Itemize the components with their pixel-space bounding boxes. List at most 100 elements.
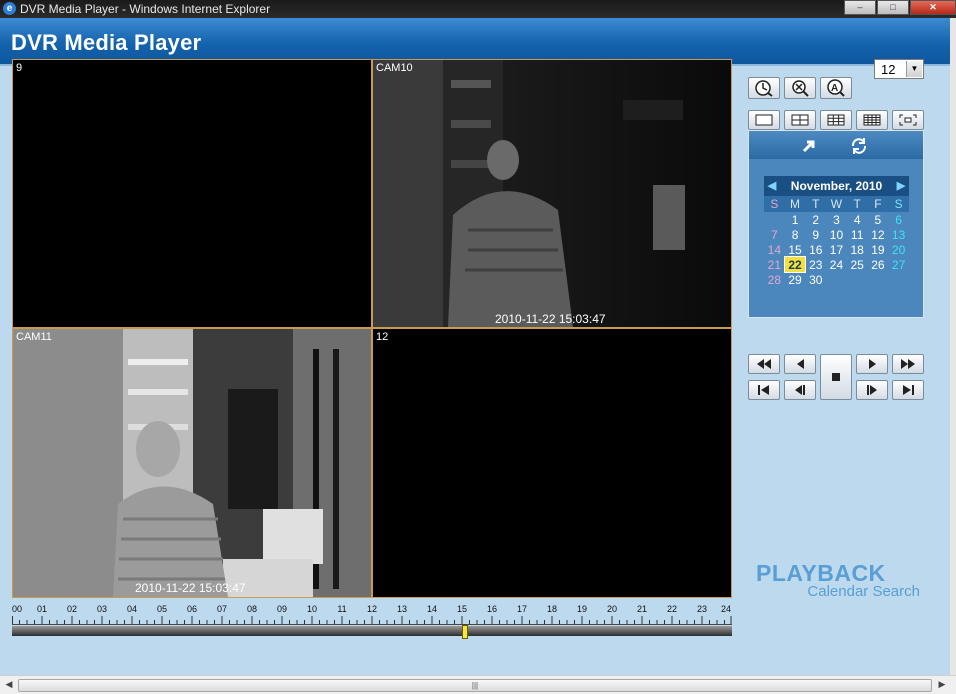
calendar: ◀ November, 2010 ▶ SMTWTFS 1 2 3 4 5 6 7 8 9 10 11… bbox=[764, 176, 909, 287]
timeline-hour-label: 23 bbox=[696, 604, 708, 614]
timeline-hour-label: 21 bbox=[636, 604, 648, 614]
calendar-day[interactable]: 23 bbox=[805, 257, 826, 272]
single-layout-button[interactable] bbox=[748, 110, 780, 130]
fast-forward-button[interactable] bbox=[892, 354, 924, 374]
calendar-day[interactable]: 10 bbox=[826, 227, 847, 242]
calendar-day[interactable]: 7 bbox=[764, 227, 785, 242]
calendar-day[interactable]: 20 bbox=[888, 242, 909, 257]
timeline-hour-label: 22 bbox=[666, 604, 678, 614]
timeline-hour-label: 12 bbox=[366, 604, 378, 614]
export-icon[interactable] bbox=[801, 138, 817, 154]
maximize-button[interactable]: □ bbox=[877, 0, 909, 15]
calendar-day[interactable]: 6 bbox=[888, 212, 909, 227]
quad-layout-icon bbox=[791, 114, 809, 126]
step-forward-button[interactable] bbox=[856, 380, 888, 400]
rewind-icon bbox=[797, 359, 804, 369]
video-grid: 9 CAM10 2010-11-22 15:03:47 CAM11 2010-1… bbox=[12, 59, 732, 598]
fast-forward-icon bbox=[901, 359, 915, 369]
playback-timeline[interactable]: 00 01 02 03 04 05 06 07 08 09 10 11 12 13 14 15 16 17 18 19… bbox=[12, 604, 732, 639]
calendar-day[interactable]: 5 bbox=[868, 212, 889, 227]
stop-button[interactable] bbox=[820, 354, 852, 400]
refresh-icon[interactable] bbox=[849, 137, 869, 155]
camera-tile-12[interactable]: 12 bbox=[373, 329, 731, 597]
calendar-day[interactable]: 25 bbox=[847, 257, 868, 272]
timeline-ticks bbox=[12, 616, 732, 625]
calendar-day[interactable]: 19 bbox=[868, 242, 889, 257]
timeline-track[interactable] bbox=[12, 626, 732, 636]
calendar-day[interactable]: 16 bbox=[805, 242, 826, 257]
timeline-hour-label: 15 bbox=[456, 604, 468, 614]
calendar-day[interactable]: 13 bbox=[888, 227, 909, 242]
camera-tile-cam11[interactable]: CAM11 2010-11-22 15:03:47 bbox=[13, 329, 371, 597]
play-button[interactable] bbox=[856, 354, 888, 374]
channel-count-select[interactable]: 12 ▼ bbox=[874, 59, 924, 79]
calendar-day[interactable]: 21 bbox=[764, 257, 785, 272]
calendar-day[interactable]: 2 bbox=[805, 212, 826, 227]
zoom-search-button[interactable] bbox=[784, 77, 816, 99]
timeline-hour-label: 01 bbox=[36, 604, 48, 614]
calendar-day[interactable]: 14 bbox=[764, 242, 785, 257]
calendar-weekday: T bbox=[846, 196, 868, 212]
sixteen-layout-button[interactable] bbox=[856, 110, 888, 130]
calendar-day[interactable]: 28 bbox=[764, 272, 785, 287]
calendar-day[interactable]: 9 bbox=[805, 227, 826, 242]
first-frame-button[interactable] bbox=[748, 380, 780, 400]
calendar-day[interactable]: 17 bbox=[826, 242, 847, 257]
calendar-day[interactable]: 4 bbox=[847, 212, 868, 227]
calendar-grid: SMTWTFS 1 2 3 4 5 6 7 8 9 10 11 12 13 14 15 16 17 18 19 20 2… bbox=[764, 196, 909, 287]
scroll-left-icon[interactable]: ◀ bbox=[3, 679, 15, 691]
nine-layout-button[interactable] bbox=[820, 110, 852, 130]
text-search-button[interactable]: A bbox=[820, 77, 852, 99]
playback-brand: PLAYBACK Calendar Search bbox=[756, 560, 926, 600]
cam10-video-frame bbox=[373, 60, 731, 327]
play-icon bbox=[869, 359, 876, 369]
calendar-day[interactable]: 26 bbox=[868, 257, 889, 272]
calendar-empty-cell bbox=[868, 272, 889, 287]
timeline-hour-label: 06 bbox=[186, 604, 198, 614]
fullscreen-button[interactable] bbox=[892, 110, 924, 130]
calendar-day[interactable]: 24 bbox=[826, 257, 847, 272]
calendar-day[interactable]: 27 bbox=[888, 257, 909, 272]
single-layout-icon bbox=[755, 114, 773, 126]
step-forward-icon bbox=[867, 385, 877, 395]
timeline-cursor[interactable] bbox=[461, 625, 468, 639]
scroll-right-icon[interactable]: ▶ bbox=[936, 679, 948, 691]
calendar-weekday: W bbox=[826, 196, 847, 212]
ie-logo-icon: e bbox=[3, 2, 16, 15]
time-search-button[interactable] bbox=[748, 77, 780, 99]
calendar-day[interactable]: 18 bbox=[847, 242, 868, 257]
camera-tile-cam10[interactable]: CAM10 2010-11-22 15:03:47 bbox=[373, 60, 731, 327]
calendar-day[interactable]: 3 bbox=[826, 212, 847, 227]
timeline-hour-label: 00 bbox=[11, 604, 23, 614]
calendar-day[interactable]: 29 bbox=[785, 272, 806, 287]
calendar-day[interactable]: 30 bbox=[805, 272, 826, 287]
calendar-day[interactable]: 22 bbox=[783, 256, 807, 273]
calendar-day[interactable]: 12 bbox=[868, 227, 889, 242]
timeline-hour-label: 05 bbox=[156, 604, 168, 614]
calendar-day[interactable]: 15 bbox=[785, 242, 806, 257]
fast-rewind-button[interactable] bbox=[748, 354, 780, 374]
calendar-day[interactable]: 11 bbox=[847, 227, 868, 242]
calendar-panel-toolbar bbox=[749, 131, 923, 159]
camera-tile-9[interactable]: 9 bbox=[13, 60, 371, 327]
timeline-hour-label: 20 bbox=[606, 604, 618, 614]
chevron-down-icon[interactable]: ▼ bbox=[906, 61, 922, 77]
rewind-button[interactable] bbox=[784, 354, 816, 374]
scroll-thumb[interactable]: ||| bbox=[18, 679, 932, 692]
timeline-hour-labels: 00 01 02 03 04 05 06 07 08 09 10 11 12 13 14 15 16 17 18 19… bbox=[12, 604, 732, 616]
camera-timestamp: 2010-11-22 15:03:47 bbox=[135, 581, 246, 595]
quad-layout-button[interactable] bbox=[784, 110, 816, 130]
calendar-empty-cell bbox=[826, 272, 847, 287]
step-back-button[interactable] bbox=[784, 380, 816, 400]
window-title: DVR Media Player - Windows Internet Expl… bbox=[20, 2, 271, 16]
close-button[interactable]: ✕ bbox=[910, 0, 956, 15]
last-frame-button[interactable] bbox=[892, 380, 924, 400]
timeline-hour-label: 10 bbox=[306, 604, 318, 614]
calendar-day[interactable]: 1 bbox=[785, 212, 806, 227]
minimize-button[interactable]: – bbox=[844, 0, 876, 15]
prev-month-icon[interactable]: ◀ bbox=[766, 176, 778, 196]
calendar-weekday: F bbox=[867, 196, 889, 212]
next-month-icon[interactable]: ▶ bbox=[895, 176, 907, 196]
calendar-day[interactable]: 8 bbox=[785, 227, 806, 242]
horizontal-scrollbar[interactable]: ◀ ||| ▶ bbox=[0, 675, 956, 694]
